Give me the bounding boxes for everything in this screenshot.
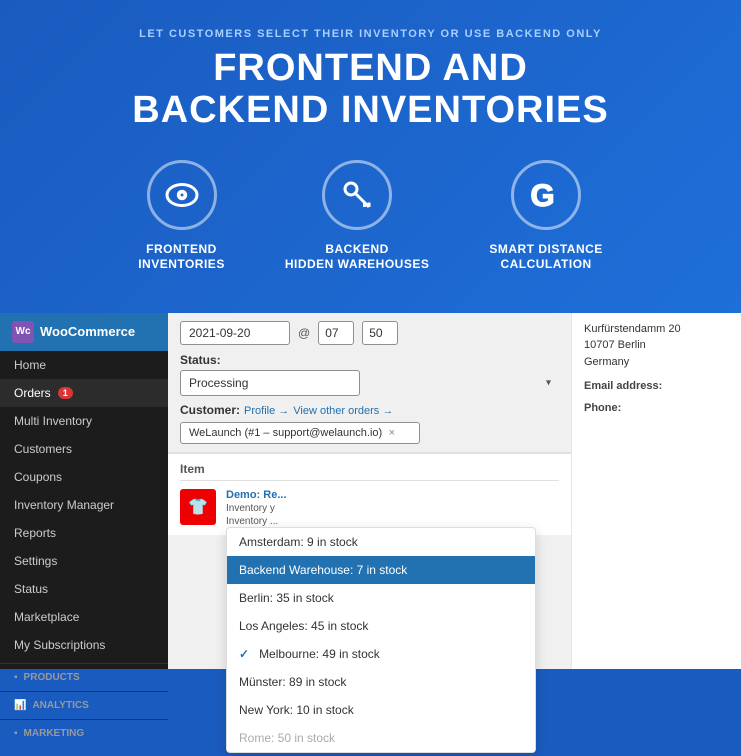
feature-backend-label: Backend Hidden Warehouses [285, 242, 430, 273]
item-name-link[interactable]: Demo: Re... [226, 489, 287, 501]
inventory-label-2: Inventory ... [226, 516, 559, 527]
feature-backend-warehouses: Backend Hidden Warehouses [285, 160, 430, 273]
sidebar-menu: Home Orders 1 Multi Inventory Customers … [0, 351, 168, 659]
sidebar-item-coupons[interactable]: Coupons [0, 463, 168, 491]
status-select[interactable]: Processing [180, 370, 360, 396]
customer-value: WeLaunch (#1 – support@welaunch.io) [189, 427, 382, 439]
item-row: 👕 Demo: Re... Inventory y Inventory ... … [180, 489, 559, 527]
key-icon [339, 177, 375, 213]
wc-logo-icon: Wc [12, 321, 34, 343]
customer-select[interactable]: WeLaunch (#1 – support@welaunch.io) × [180, 422, 420, 444]
sidebar-item-home[interactable]: Home [0, 351, 168, 379]
inventory-label-1: Inventory y [226, 503, 559, 514]
status-label: Status: [180, 353, 559, 367]
woocommerce-sidebar: Wc WooCommerce Home Orders 1 Multi Inven… [0, 313, 168, 669]
item-details: Demo: Re... Inventory y Inventory ... [226, 489, 559, 527]
phone-label: Phone: [584, 402, 729, 414]
feature-smart-distance: G Smart Distance Calculation [489, 160, 602, 273]
google-icon: G [528, 177, 564, 213]
main-area: @ Status: Processing ▾ Customer: Profil [168, 313, 571, 669]
customer-row: Customer: Profile → View other orders → … [180, 403, 559, 444]
profile-link[interactable]: Profile → [244, 405, 289, 417]
features-row: Frontend Inventories Backend Hidden Ware… [40, 160, 701, 273]
status-row: Status: Processing ▾ [180, 353, 559, 396]
dropdown-item-backend[interactable]: Backend Warehouse: 7 in stock [227, 556, 535, 584]
subtitle: Let customers select their inventory or … [40, 28, 701, 40]
inventory-dropdown: Amsterdam: 9 in stock Backend Warehouse:… [226, 527, 536, 753]
feature-smartdist-label: Smart Distance Calculation [489, 242, 602, 273]
sidebar-item-inventory-manager[interactable]: Inventory Manager [0, 491, 168, 519]
customer-remove-icon[interactable]: × [389, 427, 395, 439]
sidebar-item-my-subscriptions[interactable]: My Subscriptions [0, 631, 168, 659]
dropdown-item-melbourne[interactable]: Melbourne: 49 in stock [227, 640, 535, 668]
google-icon-circle: G [511, 160, 581, 230]
sidebar-item-marketplace[interactable]: Marketplace [0, 603, 168, 631]
view-orders-link[interactable]: View other orders → [293, 405, 393, 417]
sidebar-section-products[interactable]: ▪Products [0, 663, 168, 687]
sidebar-item-reports[interactable]: Reports [0, 519, 168, 547]
customer-label: Customer: [180, 403, 240, 417]
woocommerce-brand: WooCommerce [40, 324, 135, 339]
time-hour-input[interactable] [318, 321, 354, 345]
feature-frontend-inventories: Frontend Inventories [138, 160, 225, 273]
eye-icon [164, 177, 200, 213]
sidebar-item-status[interactable]: Status [0, 575, 168, 603]
time-min-input[interactable] [362, 321, 398, 345]
sidebar-item-multi-inventory[interactable]: Multi Inventory [0, 407, 168, 435]
at-symbol: @ [298, 326, 310, 340]
woocommerce-header: Wc WooCommerce [0, 313, 168, 351]
dropdown-item-new-york[interactable]: New York: 10 in stock [227, 696, 535, 724]
dropdown-item-amsterdam[interactable]: Amsterdam: 9 in stock [227, 528, 535, 556]
orders-badge: 1 [58, 387, 73, 399]
key-icon-circle [322, 160, 392, 230]
feature-frontend-label: Frontend Inventories [138, 242, 225, 273]
top-section: Let customers select their inventory or … [0, 0, 741, 313]
sidebar-item-settings[interactable]: Settings [0, 547, 168, 575]
sidebar-item-orders[interactable]: Orders 1 [0, 379, 168, 407]
email-label: Email address: [584, 380, 729, 392]
svg-text:G: G [530, 177, 554, 212]
sidebar-section-marketing[interactable]: ▪Marketing [0, 719, 168, 743]
dropdown-item-rome[interactable]: Rome: 50 in stock [227, 724, 535, 752]
order-form: @ Status: Processing ▾ Customer: Profil [168, 313, 571, 453]
customer-label-row: Customer: Profile → View other orders → [180, 403, 559, 420]
sidebar-item-customers[interactable]: Customers [0, 435, 168, 463]
chevron-down-icon: ▾ [546, 377, 551, 388]
dropdown-item-munster[interactable]: Münster: 89 in stock [227, 668, 535, 696]
status-select-wrapper: Processing ▾ [180, 370, 559, 396]
item-thumbnail: 👕 [180, 489, 216, 525]
main-title: Frontend and Backend Inventories [40, 48, 701, 132]
order-items-section: Item 👕 Demo: Re... Inventory y Inventory… [168, 453, 571, 535]
date-input[interactable] [180, 321, 290, 345]
dropdown-item-los-angeles[interactable]: Los Angeles: 45 in stock [227, 612, 535, 640]
screenshot-section: Wc WooCommerce Home Orders 1 Multi Inven… [0, 313, 741, 669]
right-panel: Kurfürstendamm 20 10707 Berlin Germany E… [571, 313, 741, 669]
sidebar-section-analytics[interactable]: 📊Analytics [0, 691, 168, 715]
items-header: Item [180, 462, 559, 481]
dropdown-item-berlin[interactable]: Berlin: 35 in stock [227, 584, 535, 612]
date-row: @ [180, 321, 559, 345]
billing-address: Kurfürstendamm 20 10707 Berlin Germany [584, 321, 729, 371]
eye-icon-circle [147, 160, 217, 230]
